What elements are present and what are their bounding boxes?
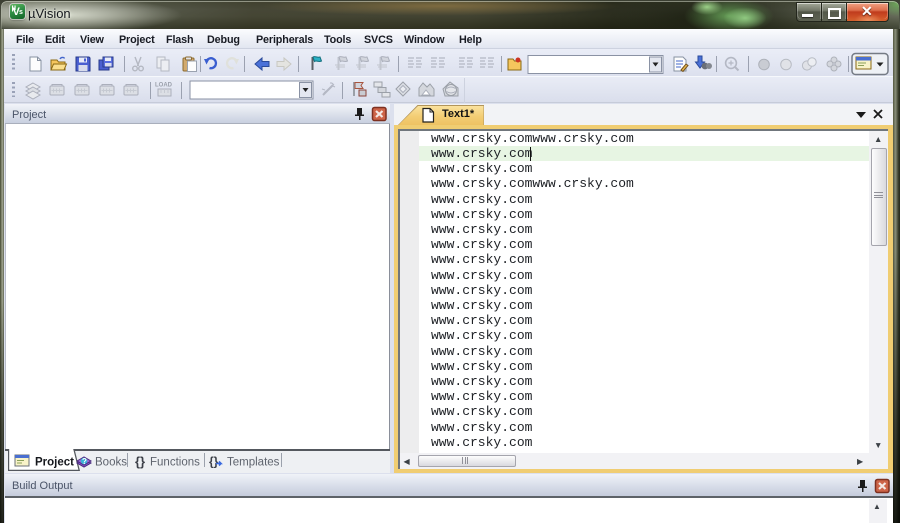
- svg-text:{}: {}: [209, 455, 219, 469]
- svg-text:{}: {}: [135, 454, 145, 469]
- svg-text:Templates: Templates: [227, 457, 280, 469]
- svg-text:Books: Books: [95, 457, 127, 469]
- svg-text:Project: Project: [35, 457, 74, 469]
- svg-text:?: ?: [82, 457, 87, 466]
- svg-text:LOAD: LOAD: [155, 83, 173, 89]
- svg-text:Functions: Functions: [150, 457, 200, 469]
